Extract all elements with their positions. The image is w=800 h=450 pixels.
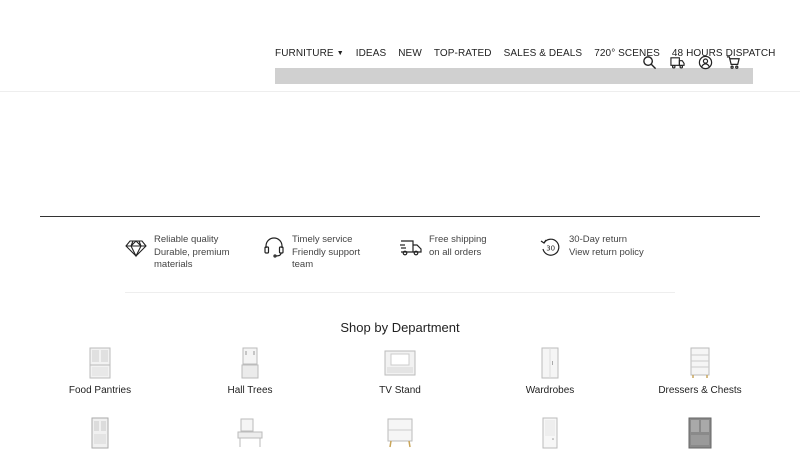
feature-shipping-title: Free shipping: [429, 234, 487, 245]
dept-label: Dressers & Chests: [658, 385, 742, 396]
features-strip: Reliable quality Durable, premium materi…: [125, 234, 675, 293]
nav-top-rated-label: TOP-RATED: [433, 48, 492, 59]
nav-sales-deals-label: SALES & DEALS: [503, 48, 583, 59]
feature-return-title: 30-Day return: [569, 234, 628, 245]
shipping-truck-icon: [400, 240, 422, 256]
account-icon[interactable]: [696, 54, 714, 70]
feature-service: Timely service Friendly support team: [263, 234, 383, 272]
dept-hall-trees[interactable]: Hall Trees: [175, 347, 325, 396]
feature-shipping-line2: on all orders: [429, 246, 482, 258]
tall-cabinet-thumbnail: [534, 417, 566, 449]
feature-quality-line3: materials: [154, 259, 193, 270]
nav-furniture[interactable]: FURNITURE ▼: [275, 48, 344, 59]
hall-tree-thumbnail: [234, 347, 266, 379]
dept-item-row2-3[interactable]: [325, 417, 475, 449]
header-icons: [640, 54, 742, 70]
site-header: FURNITURE ▼ IDEAS NEW TOP-RATED SALES & …: [0, 0, 800, 92]
vanity-desk-thumbnail: [234, 417, 266, 449]
feature-quality: Reliable quality Durable, premium materi…: [125, 234, 245, 272]
nightstand-thumbnail: [384, 417, 416, 449]
dept-item-row2-5[interactable]: [625, 417, 775, 449]
chevron-down-icon: ▼: [336, 50, 344, 57]
feature-return[interactable]: 30 30-Day return View return policy: [540, 234, 670, 259]
search-icon[interactable]: [640, 54, 658, 70]
view-return-policy-link[interactable]: View return policy: [569, 247, 644, 260]
nav-new[interactable]: NEW: [398, 48, 422, 59]
headset-icon: [264, 237, 284, 258]
nav-placeholder-bar: [275, 68, 753, 84]
nav-sales-deals[interactable]: SALES & DEALS: [504, 48, 583, 59]
delivery-truck-icon[interactable]: [668, 54, 686, 70]
svg-text:30: 30: [546, 245, 555, 253]
wardrobe-thumbnail: [534, 347, 566, 379]
section-title: Shop by Department: [340, 320, 460, 335]
cabinet-thumbnail: [84, 417, 116, 449]
dept-label: TV Stand: [379, 385, 421, 396]
hutch-cabinet-thumbnail: [684, 417, 716, 449]
feature-service-title: Timely service: [292, 234, 353, 245]
dresser-thumbnail: [684, 347, 716, 379]
nav-new-label: NEW: [398, 48, 422, 59]
feature-quality-title: Reliable quality: [154, 234, 219, 245]
feature-quality-line2: Durable, premium: [154, 246, 230, 258]
dept-label: Wardrobes: [525, 385, 575, 396]
feature-service-line3: team: [292, 259, 314, 270]
dept-dressers-chests[interactable]: Dressers & Chests: [625, 347, 775, 396]
nav-ideas[interactable]: IDEAS: [356, 48, 387, 59]
dept-item-row2-4[interactable]: [475, 417, 625, 449]
tv-stand-thumbnail: [384, 347, 416, 379]
dept-wardrobes[interactable]: Wardrobes: [475, 347, 625, 396]
dept-food-pantries[interactable]: Food Pantries: [25, 347, 175, 396]
dept-label: Food Pantries: [68, 385, 132, 396]
feature-shipping: Free shipping on all orders: [400, 234, 520, 259]
dept-label: Hall Trees: [227, 385, 273, 396]
food-pantry-thumbnail: [84, 347, 116, 379]
nav-ideas-label: IDEAS: [355, 48, 387, 59]
dept-tv-stand[interactable]: TV Stand: [325, 347, 475, 396]
hero-divider: [40, 216, 760, 217]
return-30-icon: 30: [540, 238, 560, 256]
dept-item-row2-2[interactable]: [175, 417, 325, 449]
nav-top-rated[interactable]: TOP-RATED: [434, 48, 492, 59]
feature-service-line2: Friendly support: [292, 246, 361, 258]
cart-icon[interactable]: [724, 54, 742, 70]
dept-item-row2-1[interactable]: [25, 417, 175, 449]
nav-furniture-label: FURNITURE: [275, 48, 334, 59]
diamond-icon: [125, 240, 147, 258]
